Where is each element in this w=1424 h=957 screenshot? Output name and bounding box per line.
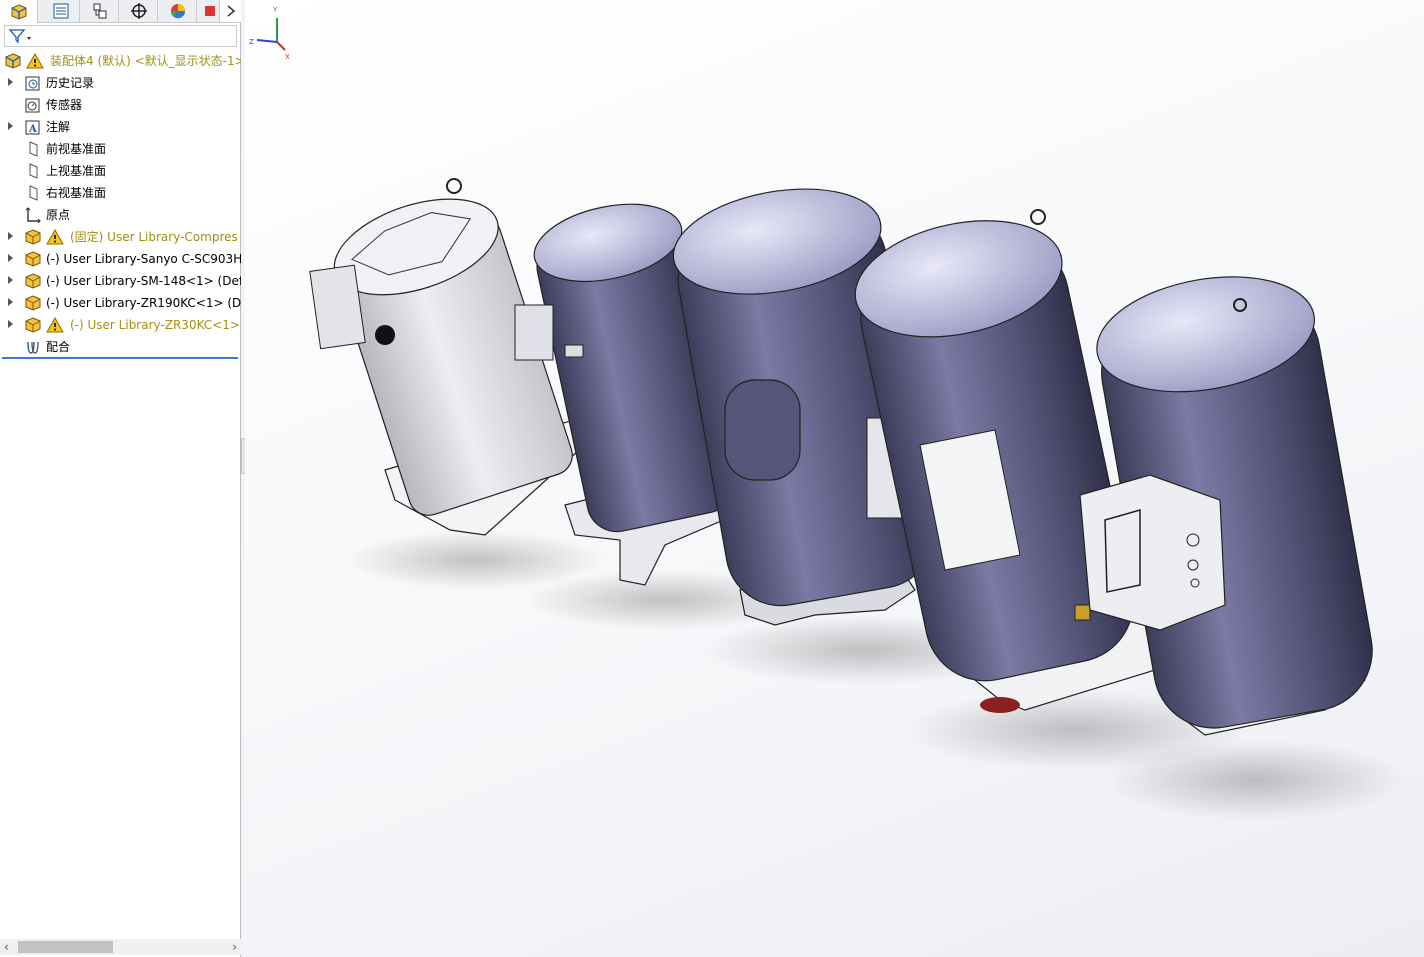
tree-item-label: (-) User Library-ZR190KC<1> (De	[46, 296, 241, 310]
configuration-manager-tab[interactable]	[81, 0, 119, 22]
tree-item-label: (-) User Library-ZR30KC<1>	[70, 318, 240, 332]
scroll-right-icon[interactable]: ›	[232, 940, 237, 954]
tree-item[interactable]: (-) User Library-ZR190KC<1> (De	[0, 292, 241, 314]
compressor-assembly-model[interactable]	[245, 0, 1424, 957]
scrollbar-thumb[interactable]	[18, 941, 113, 953]
expand-arrow-icon[interactable]	[8, 78, 13, 86]
cam-tab[interactable]	[198, 0, 219, 22]
subassembly-icon	[24, 316, 42, 334]
expand-arrow-icon[interactable]	[8, 320, 13, 328]
axis-triad: Y Z X	[249, 6, 290, 60]
tree-item[interactable]: 历史记录	[0, 72, 241, 94]
tree-item[interactable]: (-) User Library-Sanyo C-SC903H	[0, 248, 241, 270]
property-icon	[53, 3, 68, 19]
origin-icon	[24, 206, 42, 224]
tree-item[interactable]: (固定) User Library-Compres	[0, 226, 241, 248]
annotation-icon: A	[24, 118, 42, 136]
cam-icon	[204, 6, 215, 16]
tree-item-label: 传感器	[46, 98, 83, 112]
expand-arrow-icon[interactable]	[8, 122, 13, 130]
tree-item[interactable]: 右视基准面	[0, 182, 241, 204]
subassembly-icon	[24, 228, 42, 246]
tree-filter-box[interactable]	[4, 25, 237, 47]
tree-rollback-bar[interactable]	[2, 357, 238, 359]
tree-item-label: 装配体4 (默认) <默认_显示状态-1>	[50, 54, 241, 68]
expand-arrow-icon[interactable]	[8, 298, 13, 306]
tree-item[interactable]: 前视基准面	[0, 138, 241, 160]
plane-icon	[24, 162, 42, 180]
feature-manager-panel: 装配体4 (默认) <默认_显示状态-1> 历史记录传感器 A 注解前视基准面上视基准…	[0, 0, 241, 957]
tree-item-label: 右视基准面	[46, 186, 107, 200]
appearance-icon	[170, 4, 185, 19]
tree-item[interactable]: 上视基准面	[0, 160, 241, 182]
feature-manager-tab[interactable]	[0, 0, 38, 23]
tree-item-label: 注解	[46, 120, 71, 134]
y-axis-label: Y	[272, 6, 278, 14]
tree-item[interactable]: 配合	[0, 336, 241, 358]
subassembly-icon	[24, 272, 42, 290]
expand-arrow-icon[interactable]	[8, 232, 13, 240]
tree-item-label: (固定) User Library-Compres	[70, 230, 238, 244]
tree-item[interactable]: A 注解	[0, 116, 241, 138]
display-manager-tab[interactable]	[159, 0, 197, 22]
warning-icon	[46, 316, 64, 334]
tree-item-label: (-) User Library-Sanyo C-SC903H	[46, 252, 241, 266]
tree-item-label: 历史记录	[46, 76, 95, 90]
x-axis-label: X	[285, 53, 290, 60]
subassembly-icon	[24, 250, 42, 268]
warning-icon	[26, 52, 44, 70]
panel-tabs	[0, 0, 241, 23]
tree-item[interactable]: (-) User Library-ZR30KC<1>	[0, 314, 241, 336]
expand-arrow-icon[interactable]	[8, 254, 13, 262]
tree-item-label: 原点	[46, 208, 71, 222]
x-axis	[276, 41, 286, 51]
filter-icon[interactable]	[8, 28, 32, 44]
svg-text:A: A	[28, 124, 37, 135]
chevron-right-icon	[227, 5, 235, 17]
warning-icon	[46, 228, 64, 246]
z-axis-label: Z	[249, 38, 254, 46]
scroll-left-icon[interactable]: ‹	[4, 940, 9, 954]
mates-icon	[24, 338, 42, 356]
tree-item[interactable]: 装配体4 (默认) <默认_显示状态-1>	[0, 50, 241, 72]
assembly-icon	[4, 52, 22, 70]
history-icon	[24, 74, 42, 92]
tree-item-label: 配合	[46, 340, 71, 354]
configuration-icon	[93, 3, 106, 19]
tree-item[interactable]: (-) User Library-SM-148<1> (Def	[0, 270, 241, 292]
property-manager-tab[interactable]	[42, 0, 80, 22]
expand-arrow-icon[interactable]	[8, 276, 13, 284]
shadow	[1105, 740, 1405, 820]
horizontal-scrollbar[interactable]: ‹ ›	[0, 939, 241, 955]
z-axis	[256, 39, 278, 43]
sensor-icon	[24, 96, 42, 114]
assembly-icon	[11, 3, 26, 20]
subassembly-icon	[24, 294, 42, 312]
plane-icon	[24, 184, 42, 202]
tree-item[interactable]: 原点	[0, 204, 241, 226]
tree-item-label: 前视基准面	[46, 142, 107, 156]
crosshair-icon	[130, 3, 147, 19]
plane-icon	[24, 140, 42, 158]
tree-item-label: (-) User Library-SM-148<1> (Def	[46, 274, 241, 288]
graphics-viewport[interactable]: Y Z X	[245, 0, 1424, 957]
tree-item[interactable]: 传感器	[0, 94, 241, 116]
dimxpert-manager-tab[interactable]	[120, 0, 158, 22]
tree-item-label: 上视基准面	[46, 164, 107, 178]
tabs-scroll-right-button[interactable]	[219, 0, 241, 22]
